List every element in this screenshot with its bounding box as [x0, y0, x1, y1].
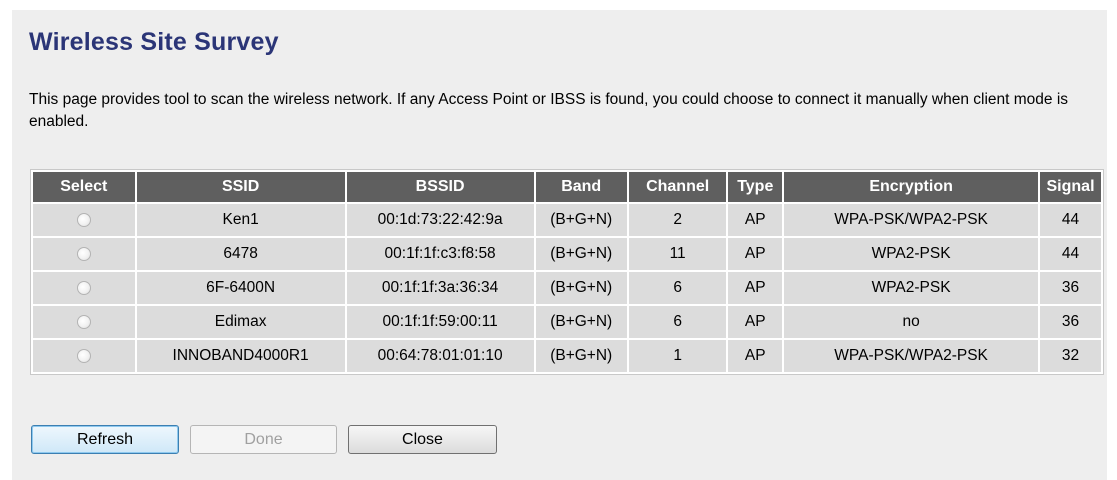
bssid-cell: 00:1f:1f:3a:36:34: [346, 272, 534, 304]
signal-cell: 36: [1040, 306, 1101, 338]
ssid-cell: INNOBAND4000R1: [136, 340, 345, 372]
type-cell: AP: [728, 238, 783, 270]
column-header-select: Select: [33, 172, 135, 202]
signal-cell: 36: [1040, 272, 1101, 304]
bssid-cell: 00:64:78:01:01:10: [346, 340, 534, 372]
channel-cell: 6: [628, 306, 727, 338]
table-row: Edimax 00:1f:1f:59:00:11 (B+G+N) 6 AP no…: [33, 306, 1101, 338]
column-header-channel: Channel: [628, 172, 727, 202]
network-select-radio[interactable]: [76, 212, 91, 227]
type-cell: AP: [728, 272, 783, 304]
signal-cell: 44: [1040, 204, 1101, 236]
select-cell: [33, 204, 135, 236]
band-cell: (B+G+N): [535, 272, 627, 304]
ssid-cell: Edimax: [136, 306, 345, 338]
bssid-cell: 00:1d:73:22:42:9a: [346, 204, 534, 236]
table-header-row: Select SSID BSSID Band Channel Type Encr…: [33, 172, 1101, 202]
select-cell: [33, 238, 135, 270]
page-description: This page provides tool to scan the wire…: [29, 91, 1069, 130]
close-button[interactable]: Close: [348, 425, 497, 454]
page-title: Wireless Site Survey: [29, 28, 279, 56]
network-select-radio[interactable]: [76, 246, 91, 261]
signal-cell: 44: [1040, 238, 1101, 270]
table-row: 6F-6400N 00:1f:1f:3a:36:34 (B+G+N) 6 AP …: [33, 272, 1101, 304]
network-select-radio[interactable]: [76, 280, 91, 295]
channel-cell: 2: [628, 204, 727, 236]
column-header-signal: Signal: [1040, 172, 1101, 202]
bssid-cell: 00:1f:1f:59:00:11: [346, 306, 534, 338]
column-header-type: Type: [728, 172, 783, 202]
channel-cell: 11: [628, 238, 727, 270]
column-header-band: Band: [535, 172, 627, 202]
encryption-cell: WPA2-PSK: [784, 272, 1039, 304]
ssid-cell: 6F-6400N: [136, 272, 345, 304]
band-cell: (B+G+N): [535, 204, 627, 236]
channel-cell: 6: [628, 272, 727, 304]
refresh-button[interactable]: Refresh: [31, 425, 179, 454]
type-cell: AP: [728, 340, 783, 372]
table-row: Ken1 00:1d:73:22:42:9a (B+G+N) 2 AP WPA-…: [33, 204, 1101, 236]
column-header-encryption: Encryption: [784, 172, 1039, 202]
ssid-cell: Ken1: [136, 204, 345, 236]
select-cell: [33, 306, 135, 338]
channel-cell: 1: [628, 340, 727, 372]
select-cell: [33, 340, 135, 372]
done-button[interactable]: Done: [190, 425, 337, 454]
encryption-cell: WPA-PSK/WPA2-PSK: [784, 340, 1039, 372]
encryption-cell: WPA-PSK/WPA2-PSK: [784, 204, 1039, 236]
encryption-cell: no: [784, 306, 1039, 338]
network-select-radio[interactable]: [76, 348, 91, 363]
type-cell: AP: [728, 306, 783, 338]
table-row: INNOBAND4000R1 00:64:78:01:01:10 (B+G+N)…: [33, 340, 1101, 372]
table-row: 6478 00:1f:1f:c3:f8:58 (B+G+N) 11 AP WPA…: [33, 238, 1101, 270]
select-cell: [33, 272, 135, 304]
type-cell: AP: [728, 204, 783, 236]
survey-panel: Wireless Site Survey This page provides …: [12, 10, 1107, 480]
band-cell: (B+G+N): [535, 306, 627, 338]
network-select-radio[interactable]: [76, 314, 91, 329]
site-survey-table: Select SSID BSSID Band Channel Type Encr…: [30, 169, 1104, 375]
encryption-cell: WPA2-PSK: [784, 238, 1039, 270]
column-header-bssid: BSSID: [346, 172, 534, 202]
signal-cell: 32: [1040, 340, 1101, 372]
ssid-cell: 6478: [136, 238, 345, 270]
band-cell: (B+G+N): [535, 238, 627, 270]
column-header-ssid: SSID: [136, 172, 345, 202]
band-cell: (B+G+N): [535, 340, 627, 372]
bssid-cell: 00:1f:1f:c3:f8:58: [346, 238, 534, 270]
